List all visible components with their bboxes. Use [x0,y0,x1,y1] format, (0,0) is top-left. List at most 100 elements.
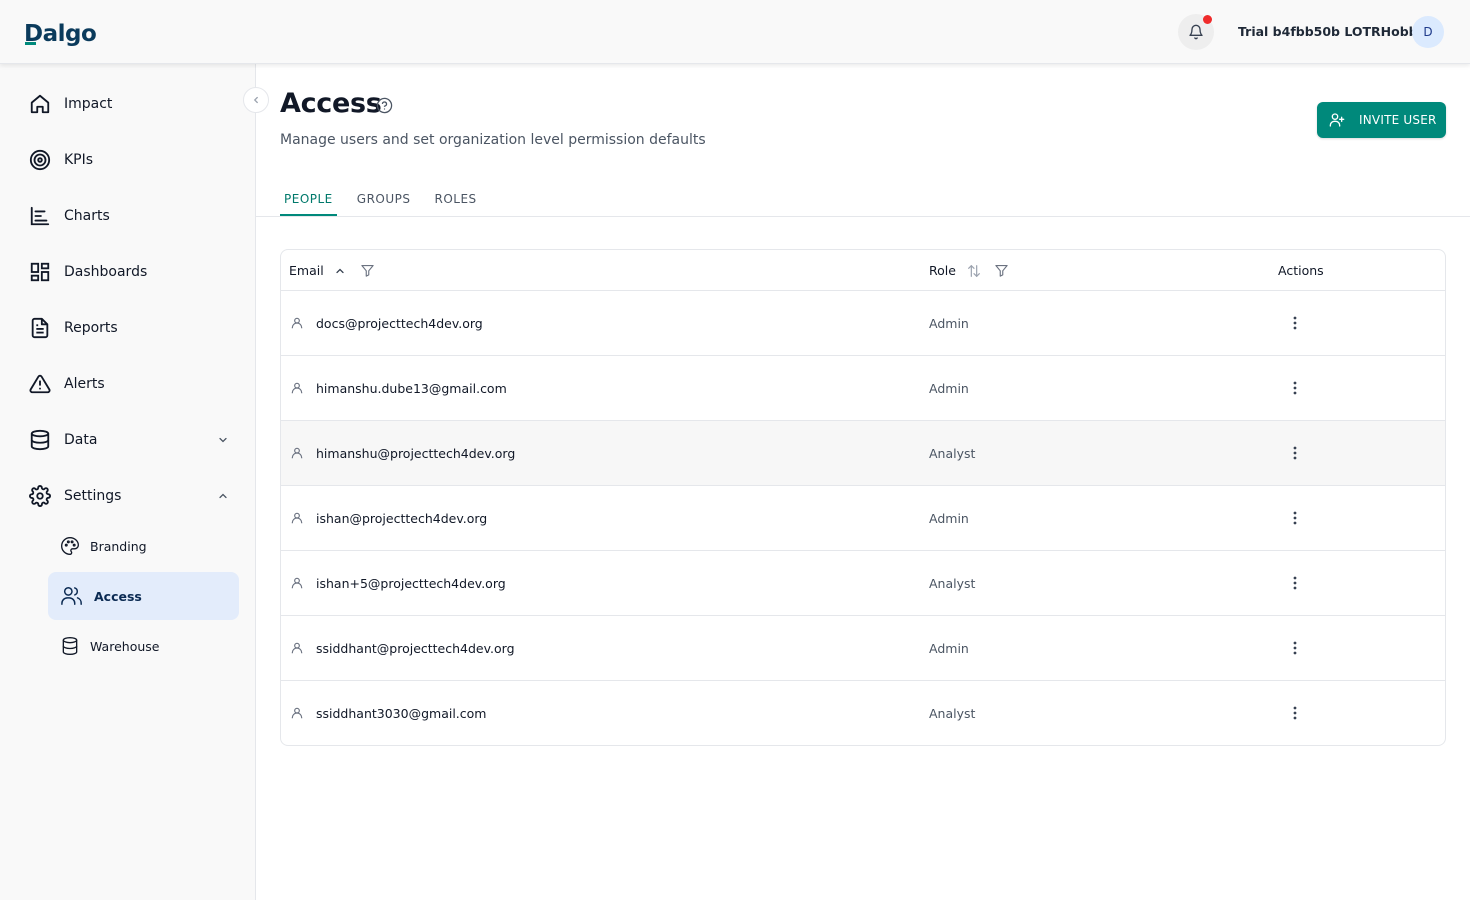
sidebar-subitem-branding[interactable]: Branding [48,522,239,570]
user-role: Admin [929,315,969,331]
table-row: ssiddhant@projecttech4dev.org Admin [281,616,1445,681]
sidebar-subitem-warehouse[interactable]: Warehouse [48,622,239,670]
more-vertical-icon [1293,641,1297,655]
tabs: PEOPLE GROUPS ROLES [280,182,497,216]
home-icon [28,92,52,116]
notifications-button[interactable] [1178,14,1214,50]
column-header-email[interactable]: Email [289,250,375,291]
sidebar-subitem-access[interactable]: Access [48,572,239,620]
sort-ascending-icon[interactable] [334,265,346,277]
sidebar-item-label: Data [64,432,98,448]
sidebar-item-settings[interactable]: Settings [28,482,121,510]
user-email: himanshu@projecttech4dev.org [316,445,516,461]
palette-icon [61,536,80,556]
bell-icon [1189,24,1203,40]
column-header-actions: Actions [1278,263,1324,278]
sort-icon[interactable] [966,263,982,279]
user-email: ishan+5@projecttech4dev.org [316,575,506,591]
row-actions-button[interactable] [1283,701,1307,725]
chevron-down-icon[interactable] [215,432,231,448]
table-row: himanshu.dube13@gmail.com Admin [281,356,1445,421]
row-actions-button[interactable] [1283,311,1307,335]
user-email: ssiddhant@projecttech4dev.org [316,640,515,656]
dalgo-logo[interactable]: Dalgo [24,18,97,46]
notification-dot [1203,15,1212,24]
column-header-label: Role [929,263,956,278]
column-header-label: Email [289,263,324,278]
sidebar-item-label: Reports [64,320,118,336]
database-icon [62,637,78,656]
user-role: Analyst [929,445,976,461]
user-email: himanshu.dube13@gmail.com [316,380,507,396]
sidebar-item-dashboards[interactable]: Dashboards [28,258,147,286]
sidebar-item-reports[interactable]: Reports [28,314,118,342]
org-name[interactable]: Trial b4fbb50b LOTRHobbit [1238,24,1428,39]
user-icon [291,447,303,459]
sidebar-subitem-label: Warehouse [90,638,160,654]
page-title: Access [280,88,382,119]
sidebar-item-label: Impact [64,96,113,112]
sidebar-item-label: Alerts [64,376,105,392]
more-vertical-icon [1293,511,1297,525]
row-actions-button[interactable] [1283,571,1307,595]
sidebar: Impact KPIs Charts Dashboards Reports Al… [0,64,256,900]
filter-icon[interactable] [360,263,375,278]
row-actions-button[interactable] [1283,441,1307,465]
more-vertical-icon [1293,316,1297,330]
table-header: Email Role Actions [281,250,1445,291]
tab-people[interactable]: PEOPLE [280,182,337,216]
target-icon [28,148,52,172]
table-row: ishan@projecttech4dev.org Admin [281,486,1445,551]
user-email: ishan@projecttech4dev.org [316,510,488,526]
chevron-up-icon[interactable] [215,488,231,504]
users-table: Email Role Actions docs@projecttech4dev.… [280,249,1446,746]
tab-roles[interactable]: ROLES [431,182,481,216]
user-email: ssiddhant3030@gmail.com [316,705,487,721]
sidebar-item-charts[interactable]: Charts [28,202,110,230]
top-header: Dalgo Trial b4fbb50b LOTRHobbit D [0,0,1470,64]
user-email: docs@projecttech4dev.org [316,315,483,331]
chart-icon [28,204,52,228]
avatar[interactable]: D [1412,16,1444,48]
table-row: himanshu@projecttech4dev.org Analyst [281,421,1445,486]
invite-user-label: INVITE USER [1359,113,1437,127]
more-vertical-icon [1293,446,1297,460]
database-icon [28,428,52,452]
user-icon [291,577,303,589]
column-header-role[interactable]: Role [929,250,1009,291]
dashboard-icon [28,260,52,284]
user-plus-icon [1329,113,1345,127]
tab-groups[interactable]: GROUPS [353,182,415,216]
sidebar-item-alerts[interactable]: Alerts [28,370,105,398]
user-role: Admin [929,510,969,526]
page-subtitle: Manage users and set organization level … [280,132,706,148]
table-row: ssiddhant3030@gmail.com Analyst [281,681,1445,745]
row-actions-button[interactable] [1283,506,1307,530]
sidebar-item-label: Settings [64,488,122,504]
user-role: Analyst [929,575,976,591]
sidebar-subitem-label: Access [94,588,142,604]
user-role: Admin [929,640,969,656]
warning-icon [28,372,52,396]
sidebar-item-label: KPIs [64,152,94,168]
collapse-sidebar-button[interactable] [243,87,269,113]
user-icon [291,317,303,329]
sidebar-item-data[interactable]: Data [28,426,97,454]
sidebar-item-impact[interactable]: Impact [28,90,112,118]
sidebar-item-kpis[interactable]: KPIs [28,146,93,174]
sidebar-item-label: Charts [64,208,110,224]
user-icon [291,707,303,719]
user-icon [291,382,303,394]
logo-accent-bar [25,42,36,45]
gear-icon [28,484,52,508]
chevron-left-icon [253,96,258,104]
filter-icon[interactable] [994,263,1009,278]
document-icon [28,316,52,340]
user-role: Admin [929,380,969,396]
row-actions-button[interactable] [1283,636,1307,660]
table-row: ishan+5@projecttech4dev.org Analyst [281,551,1445,616]
help-icon[interactable] [376,97,393,114]
invite-user-button[interactable]: INVITE USER [1317,102,1446,138]
user-icon [291,512,303,524]
row-actions-button[interactable] [1283,376,1307,400]
